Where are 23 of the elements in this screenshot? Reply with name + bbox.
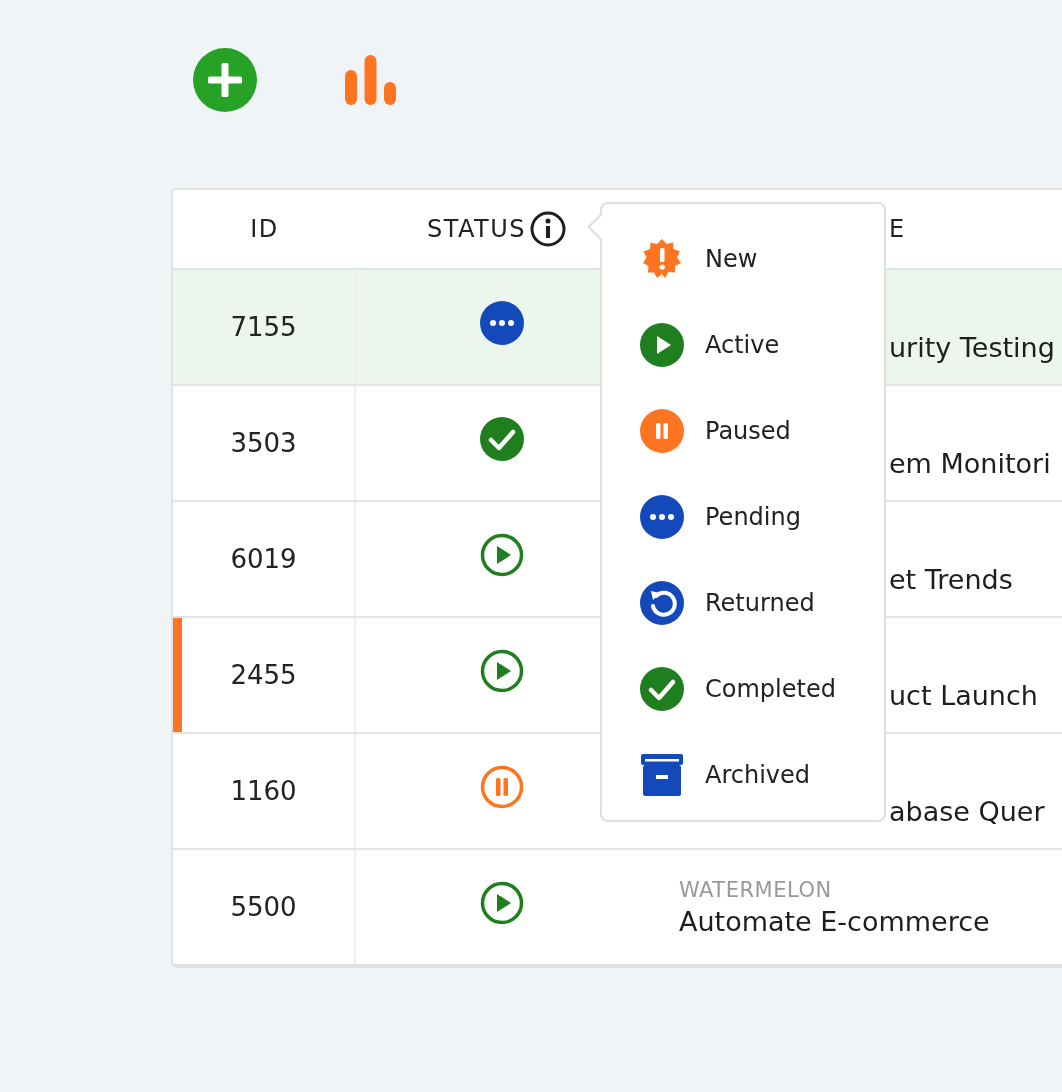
id-cell: 1160 — [230, 776, 297, 806]
legend-label: Archived — [705, 761, 811, 789]
id-cell: 5500 — [230, 892, 297, 922]
legend-label: Paused — [705, 417, 791, 445]
task-title: Automate E-commerce — [679, 905, 991, 937]
id-cell: 6019 — [230, 544, 297, 574]
id-cell: 7155 — [230, 312, 297, 342]
legend-label: Pending — [705, 503, 801, 531]
legend-label: Completed — [705, 675, 836, 703]
task-title: uct Launch — [889, 679, 1039, 711]
category-label: WATERMELON — [679, 877, 833, 902]
id-cell: 2455 — [230, 660, 297, 690]
task-title: abase Quer — [889, 795, 1046, 827]
legend-label: New — [705, 245, 758, 273]
column-header: E — [889, 215, 906, 243]
task-title: em Monitori — [889, 447, 1052, 479]
column-header: STATUS — [426, 215, 526, 243]
task-title: urity Testing — [889, 331, 1056, 363]
id-cell: 3503 — [230, 428, 297, 458]
column-header: ID — [250, 215, 279, 243]
legend-label: Returned — [705, 589, 815, 617]
task-title: et Trends — [889, 563, 1014, 595]
legend-label: Active — [705, 331, 780, 359]
